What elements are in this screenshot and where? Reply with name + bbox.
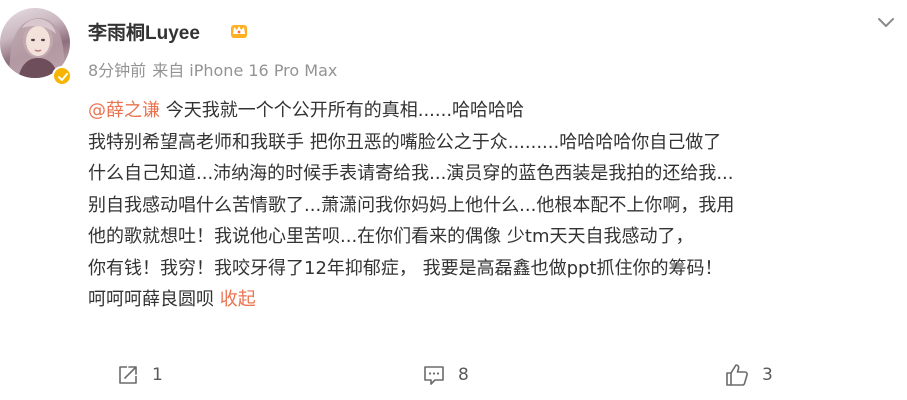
post-time[interactable]: 8分钟前 [88,61,146,80]
content-line-5: 他的歌就想吐！我说他心里苦呗...在你们看来的偶像 少tm天天自我感动了， [88,226,694,247]
post-actions: 1 8 3 [0,360,907,390]
content-line-2: 我特别希望高老师和我联手 把你丑恶的嘴脸公之于众.........哈哈哈哈你自己… [88,131,722,153]
collapse-link[interactable]: 收起 [220,289,256,310]
content-line-1: @薛之谦 今天我就一个个公开所有的真相......哈哈哈哈 [88,95,898,127]
like-button[interactable]: 3 [724,360,773,390]
share-count: 1 [152,365,163,385]
comment-count: 8 [458,365,469,385]
content-line-7: 呵呵呵薛良圆呗 收起 [88,284,898,316]
post-meta: 8分钟前 来自 iPhone 16 Pro Max [88,57,337,81]
comment-icon [424,366,444,385]
mention-link[interactable]: @薛之谦 [88,100,160,121]
share-icon [119,366,137,384]
verified-badge-icon [52,66,72,86]
post-source: 来自 iPhone 16 Pro Max [152,61,338,80]
content-line-4: 别自我感动唱什么苦情歌了...萧潇问我你妈妈上他什么...他根本配不上你啊，我用 [88,194,735,216]
content-line-6: 你有钱！我穷！我咬牙得了12年抑郁症， 我要是高磊鑫也做ppt抓住你的筹码！ [88,257,723,279]
content-line-7-text: 呵呵呵薛良圆呗 [88,289,220,310]
comment-button[interactable]: 8 [422,360,469,390]
share-button[interactable]: 1 [116,360,163,390]
content-line-3: 什么自己知道...沛纳海的时候手表请寄给我...演员穿的蓝色西装是我拍的还给我.… [88,163,734,184]
author-avatar-container[interactable] [0,8,74,88]
like-icon [726,364,748,386]
post-content: @薛之谦 今天我就一个个公开所有的真相......哈哈哈哈 我特别希望高老师和我… [88,95,898,316]
crown-icon[interactable] [229,20,249,40]
like-count: 3 [762,365,773,385]
content-line-1-text: 今天我就一个个公开所有的真相......哈哈哈哈 [160,100,525,121]
author-name[interactable]: 李雨桐Luyee [88,18,200,45]
chevron-down-icon[interactable] [875,12,897,34]
